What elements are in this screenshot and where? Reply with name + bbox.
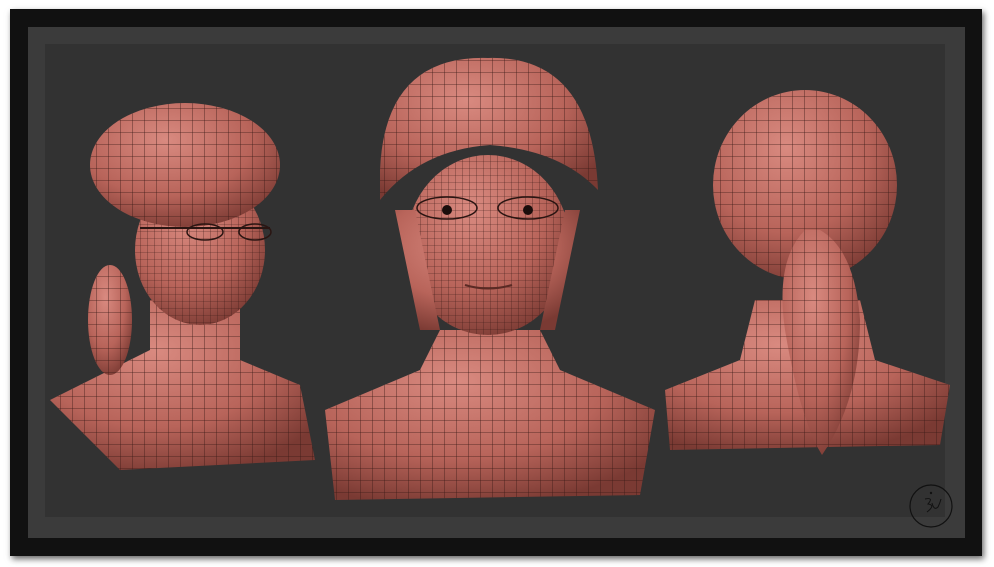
bust-three-quarter xyxy=(50,103,315,470)
signature-logo-icon xyxy=(909,484,953,528)
render-scene xyxy=(50,57,950,500)
bust-back xyxy=(665,90,950,455)
bust-front xyxy=(325,57,655,500)
